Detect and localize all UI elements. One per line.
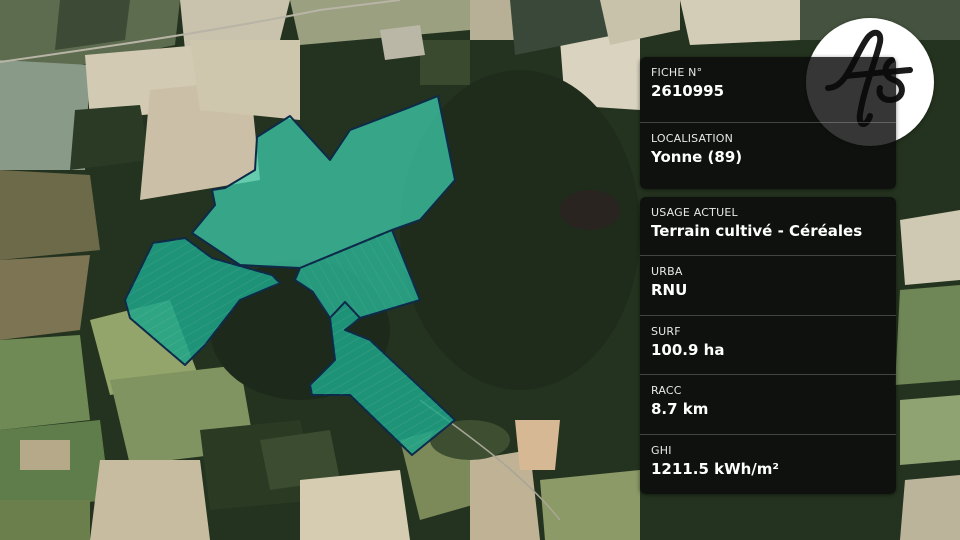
fiche-row: FICHE N° 2610995 bbox=[640, 57, 896, 123]
info-card-details: USAGE ACTUEL Terrain cultivé - Céréales … bbox=[640, 197, 896, 494]
info-card-location: FICHE N° 2610995 LOCALISATION Yonne (89) bbox=[640, 57, 896, 189]
racc-row: RACC 8.7 km bbox=[640, 375, 896, 435]
fiche-value: 2610995 bbox=[651, 82, 725, 100]
localisation-label: LOCALISATION bbox=[651, 132, 734, 145]
surf-value: 100.9 ha bbox=[651, 340, 725, 359]
racc-label: RACC bbox=[651, 384, 682, 398]
surf-row: SURF 100.9 ha bbox=[640, 316, 896, 376]
usage-value: Terrain cultivé - Céréales bbox=[651, 222, 863, 240]
ghi-value: 1211.5 kWh/m² bbox=[651, 459, 779, 478]
ghi-label: GHI bbox=[651, 443, 672, 457]
usage-label: USAGE ACTUEL bbox=[651, 206, 738, 219]
ghi-row: GHI 1211.5 kWh/m² bbox=[640, 435, 896, 494]
usage-row: USAGE ACTUEL Terrain cultivé - Céréales bbox=[640, 197, 896, 257]
localisation-value: Yonne (89) bbox=[651, 148, 743, 166]
urba-label: URBA bbox=[651, 265, 683, 279]
localisation-row: LOCALISATION Yonne (89) bbox=[640, 123, 896, 189]
urba-row: URBA RNU bbox=[640, 256, 896, 316]
urba-value: RNU bbox=[651, 281, 688, 300]
racc-value: 8.7 km bbox=[651, 400, 709, 419]
fiche-label: FICHE N° bbox=[651, 66, 703, 79]
surf-label: SURF bbox=[651, 324, 681, 338]
